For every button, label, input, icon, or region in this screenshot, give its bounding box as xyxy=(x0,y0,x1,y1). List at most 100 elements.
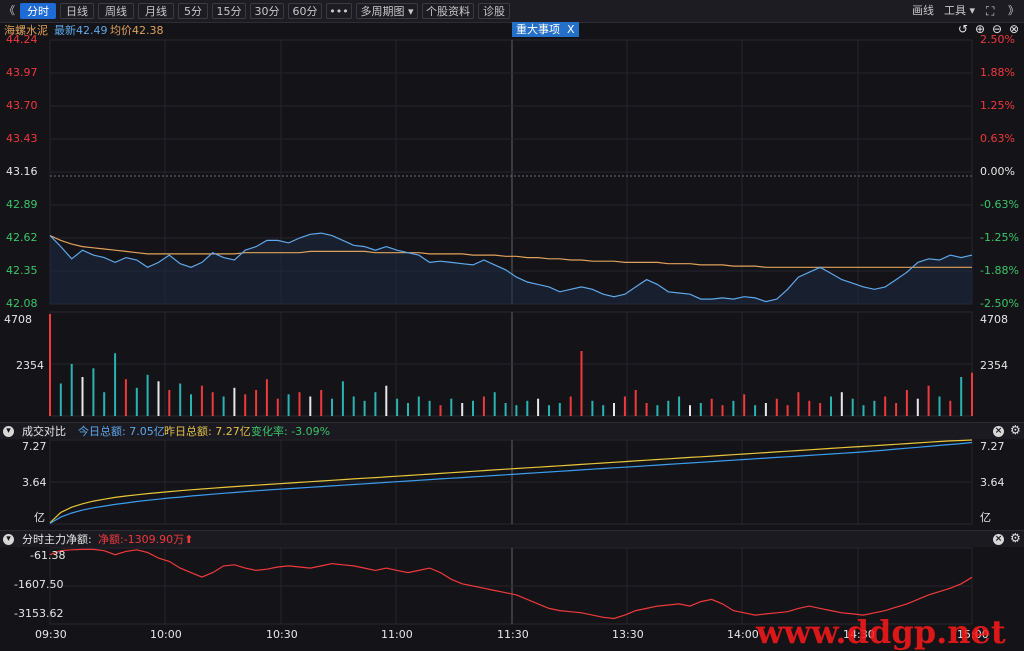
collapse-icon[interactable]: ▾ xyxy=(3,426,14,437)
percent-tick: -1.25% xyxy=(980,231,1019,244)
volume-bar xyxy=(70,364,73,416)
volume-bar xyxy=(634,390,637,416)
volume-bar xyxy=(515,405,518,416)
volume-bar xyxy=(255,390,258,416)
netflow-panel-header: ▾ 分时主力净额: 净额:-1309.90万⬆ × ⚙ xyxy=(0,530,1024,547)
volume-bar xyxy=(265,379,268,416)
netflow-axis-top: -61.38 xyxy=(30,549,66,562)
volume-bar xyxy=(233,387,236,416)
close-panel-icon[interactable]: × xyxy=(993,534,1004,545)
volume-bar xyxy=(526,400,529,416)
turnover-axis-max: 7.27 xyxy=(22,440,47,453)
volume-bar xyxy=(287,394,290,416)
volume-bar xyxy=(309,396,312,416)
volume-bar xyxy=(905,390,908,416)
close-panel-icon[interactable]: × xyxy=(993,426,1004,437)
volume-bar xyxy=(873,400,876,416)
net-amount: 净额:-1309.90万⬆ xyxy=(98,533,193,546)
volume-bar xyxy=(493,392,496,416)
volume-bar xyxy=(244,394,247,416)
settings-gear-icon[interactable]: ⚙ xyxy=(1010,532,1021,545)
volume-bar xyxy=(884,396,887,416)
percent-tick: 0.00% xyxy=(980,165,1015,178)
collapse-icon[interactable]: ▾ xyxy=(3,534,14,545)
today-total: 今日总额: 7.05亿 xyxy=(78,425,165,438)
volume-bar xyxy=(613,403,615,416)
volume-bar xyxy=(786,405,789,416)
volume-bar xyxy=(417,396,420,416)
arrow-up-icon: ⬆ xyxy=(184,533,194,546)
time-tick: 11:00 xyxy=(381,628,413,641)
volume-bar xyxy=(385,385,388,416)
volume-bar xyxy=(721,405,724,416)
volume-bar xyxy=(222,396,225,416)
volume-bar xyxy=(331,398,333,416)
volume-bar xyxy=(276,398,279,416)
price-tick: 43.97 xyxy=(6,66,38,79)
time-tick: 10:00 xyxy=(150,628,182,641)
price-tick: 43.43 xyxy=(6,132,38,145)
price-tick: 43.16 xyxy=(6,165,38,178)
volume-bar xyxy=(59,383,62,416)
volume-bar xyxy=(764,403,767,416)
volume-bar xyxy=(971,372,973,416)
volume-bar xyxy=(504,403,507,416)
volume-bar xyxy=(938,396,941,416)
price-tick: 43.70 xyxy=(6,99,38,112)
percent-tick: -1.88% xyxy=(980,264,1019,277)
intraday-chart xyxy=(49,39,973,625)
volume-bar xyxy=(623,396,626,416)
netflow-axis-bottom: -3153.62 xyxy=(14,607,64,620)
volume-bar xyxy=(396,398,399,416)
volume-bar xyxy=(840,392,843,416)
volume-bar xyxy=(678,396,681,416)
volume-bar xyxy=(124,379,127,416)
volume-bar xyxy=(450,398,453,416)
volume-bar xyxy=(407,403,409,416)
volume-bar xyxy=(157,381,160,416)
volume-axis-mid: 2354 xyxy=(16,359,44,372)
turnover-title: 成交对比 xyxy=(22,425,66,438)
volume-bar xyxy=(916,398,919,416)
time-tick: 14:00 xyxy=(727,628,759,641)
percent-tick: -0.63% xyxy=(980,198,1019,211)
volume-bar xyxy=(548,405,550,416)
volume-bar xyxy=(114,353,117,416)
volume-axis-top: 4708 xyxy=(4,313,32,326)
volume-bar xyxy=(775,398,778,416)
volume-bar xyxy=(200,385,203,416)
volume-bar xyxy=(81,377,84,416)
percent-tick: -2.50% xyxy=(980,297,1019,310)
volume-bar xyxy=(320,390,323,416)
volume-bar xyxy=(743,394,746,416)
volume-bar xyxy=(558,403,561,416)
volume-bar xyxy=(602,405,605,416)
time-tick: 11:30 xyxy=(497,628,529,641)
volume-bar xyxy=(179,383,182,416)
volume-bar xyxy=(341,381,344,416)
volume-bar xyxy=(851,398,854,416)
volume-bar xyxy=(667,400,670,416)
volume-bar xyxy=(374,392,377,416)
turnover-axis-mid: 3.64 xyxy=(22,476,47,489)
volume-bar xyxy=(461,403,464,416)
volume-bar xyxy=(927,385,930,416)
percent-tick: 2.50% xyxy=(980,33,1015,46)
volume-bar xyxy=(569,396,572,416)
volume-bar xyxy=(135,387,138,416)
net-amount-label: 净额:-1309.90万 xyxy=(98,533,185,546)
volume-bar xyxy=(895,403,898,416)
percent-tick: 0.63% xyxy=(980,132,1015,145)
turnover-axis-max-right: 7.27 xyxy=(980,440,1005,453)
volume-bar xyxy=(645,403,648,416)
volume-bar xyxy=(146,374,149,416)
volume-bar xyxy=(298,392,301,416)
time-tick: 10:30 xyxy=(266,628,298,641)
volume-bar xyxy=(808,400,811,416)
price-tick: 42.08 xyxy=(6,297,38,310)
price-tick: 42.89 xyxy=(6,198,38,211)
volume-bar xyxy=(537,398,540,416)
settings-gear-icon[interactable]: ⚙ xyxy=(1010,424,1021,437)
netflow-title: 分时主力净额: xyxy=(22,533,92,546)
volume-bar xyxy=(689,405,691,416)
